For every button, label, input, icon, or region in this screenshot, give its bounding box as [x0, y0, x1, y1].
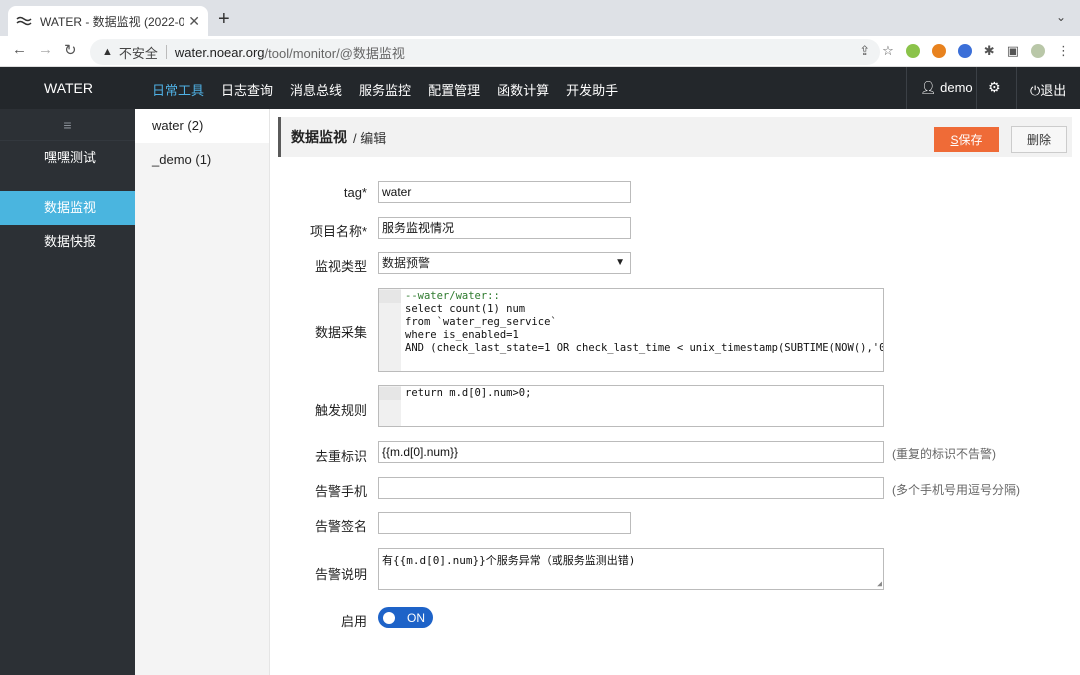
enable-label: 启用: [340, 614, 367, 629]
code-gutter: [379, 289, 401, 371]
kebab-menu-icon[interactable]: ⋮: [1057, 43, 1070, 59]
title-bar: 数据监视 / 编辑 S 保存 删除: [278, 117, 1072, 157]
sign-input[interactable]: [378, 512, 631, 534]
dedup-hint: (重复的标识不告警): [892, 447, 996, 461]
rule-code-editor[interactable]: return m.d[0].num>0;: [378, 385, 884, 427]
url-divider: [165, 45, 167, 59]
sidebar-item-test[interactable]: 嘿嘿测试: [0, 141, 135, 175]
nav-log-query[interactable]: 日志查询: [221, 80, 273, 99]
collect-label: 数据采集: [314, 325, 367, 340]
save-button[interactable]: S 保存: [934, 127, 999, 152]
tab-title: WATER - 数据监视 (2022-05-0: [40, 14, 185, 29]
page-title: 数据监视: [291, 129, 347, 145]
user-icon: 👤︎: [920, 80, 937, 95]
browser-tab[interactable]: WATER - 数据监视 (2022-05-0 ✕: [8, 6, 208, 36]
name-input[interactable]: 服务监视情况: [378, 217, 631, 239]
extension-green-icon[interactable]: [905, 44, 920, 58]
save-label: 保存: [958, 133, 983, 147]
desc-label: 告警说明: [314, 567, 367, 582]
browser-toolbar-icons: ⇪ ☆ ✱ ▣ ⋮: [859, 43, 1070, 59]
browser-tabstrip: WATER - 数据监视 (2022-05-0 ✕ + ⌄: [0, 0, 1080, 36]
logout-button[interactable]: ⏻退出: [1030, 80, 1066, 99]
star-icon[interactable]: ☆: [882, 43, 894, 59]
name-label: 项目名称*: [309, 224, 367, 239]
reload-icon[interactable]: ↻: [64, 41, 77, 59]
phone-hint: (多个手机号用逗号分隔): [892, 483, 1020, 497]
nav-dev-assistant[interactable]: 开发助手: [566, 80, 618, 99]
desc-textarea[interactable]: 有{{m.d[0].num}}个服务异常（或服务监测出错) ◢: [378, 548, 884, 590]
warning-icon: ▲: [102, 46, 113, 58]
dropdown-caret-icon: ▼: [615, 257, 625, 268]
hamburger-menu-icon[interactable]: ≡: [0, 109, 135, 141]
type-select-value: 数据预警: [382, 256, 431, 270]
rule-code: return m.d[0].num>0;: [405, 387, 532, 399]
type-select[interactable]: 数据预警 ▼: [378, 252, 631, 274]
sign-label: 告警签名: [314, 519, 367, 534]
nav-service-monitor[interactable]: 服务监控: [359, 80, 411, 99]
puzzle-icon[interactable]: ✱: [984, 43, 995, 59]
nav-daily-tools[interactable]: 日常工具: [152, 80, 204, 99]
code-line-2: select count(1) num: [405, 303, 526, 315]
collect-code-editor[interactable]: --water/water:: select count(1) num from…: [378, 288, 884, 372]
resize-handle-icon[interactable]: ◢: [877, 579, 882, 588]
code-line-5: AND (check_last_state=1 OR check_last_ti…: [405, 342, 884, 354]
header-divider: [976, 67, 977, 109]
user-menu[interactable]: 👤︎ demo: [920, 80, 973, 96]
toggle-state: ON: [407, 610, 425, 625]
header-divider: [1016, 67, 1017, 109]
chevron-down-icon[interactable]: ⌄: [1056, 10, 1066, 24]
sidepanel-icon[interactable]: ▣: [1007, 43, 1019, 59]
header-divider: [906, 67, 907, 109]
new-tab-icon[interactable]: +: [218, 8, 230, 31]
share-icon[interactable]: ⇪: [859, 43, 870, 59]
save-shortcut-key: S: [950, 132, 959, 147]
type-label: 监视类型: [314, 259, 367, 274]
nav-function-compute[interactable]: 函数计算: [497, 80, 549, 99]
logout-label: 退出: [1040, 83, 1067, 98]
brand-logo[interactable]: WATER: [44, 80, 93, 96]
tag-item-water[interactable]: water (2): [135, 109, 269, 143]
collect-code: --water/water:: select count(1) num from…: [405, 290, 884, 355]
power-icon: ⏻: [1030, 83, 1041, 98]
tag-item-demo[interactable]: _demo (1): [135, 143, 269, 177]
dedup-input[interactable]: {{m.d[0].num}}: [378, 441, 884, 463]
breadcrumb: / 编辑: [353, 130, 387, 146]
phone-label: 告警手机: [314, 484, 367, 499]
enable-toggle[interactable]: ON: [378, 607, 433, 628]
nav-config-manage[interactable]: 配置管理: [428, 80, 480, 99]
username: demo: [940, 80, 973, 95]
extension-blue-icon[interactable]: [957, 44, 972, 58]
app-header: WATER 日常工具 日志查询 消息总线 服务监控 配置管理 函数计算 开发助手…: [0, 67, 1080, 109]
top-nav: 日常工具 日志查询 消息总线 服务监控 配置管理 函数计算 开发助手: [152, 80, 618, 99]
code-line-4: where is_enabled=1: [405, 329, 519, 341]
tag-input[interactable]: water: [378, 181, 631, 203]
url-field[interactable]: ▲ 不安全 water.noear.org/tool/monitor/@数据监视: [90, 39, 880, 65]
tag-label: tag*: [343, 185, 367, 200]
code-line-1: --water/water::: [405, 290, 500, 302]
url-host: water.noear.org: [174, 44, 265, 60]
nav-message-bus[interactable]: 消息总线: [290, 80, 342, 99]
settings-gears-icon[interactable]: ⚙: [988, 79, 1001, 96]
toggle-knob: [383, 611, 395, 624]
metamask-icon[interactable]: [931, 44, 946, 58]
code-gutter: [379, 386, 401, 426]
insecure-label: 不安全: [118, 45, 158, 61]
close-tab-icon[interactable]: ✕: [188, 13, 200, 30]
water-favicon-icon: [16, 15, 32, 27]
address-bar: ← → ↻ ▲ 不安全 water.noear.org/tool/monitor…: [0, 36, 1080, 67]
code-line-3: from `water_reg_service`: [405, 316, 557, 328]
rule-label: 触发规则: [314, 403, 367, 418]
dedup-label: 去重标识: [314, 449, 367, 464]
profile-avatar-icon[interactable]: [1031, 44, 1045, 58]
back-icon[interactable]: ←: [12, 41, 27, 58]
phone-input[interactable]: [378, 477, 884, 499]
url-path: /tool/monitor/@数据监视: [264, 45, 405, 61]
desc-text: 有{{m.d[0].num}}个服务异常（或服务监测出错): [382, 554, 636, 567]
forward-icon[interactable]: →: [38, 41, 53, 58]
delete-button[interactable]: 删除: [1011, 126, 1067, 153]
